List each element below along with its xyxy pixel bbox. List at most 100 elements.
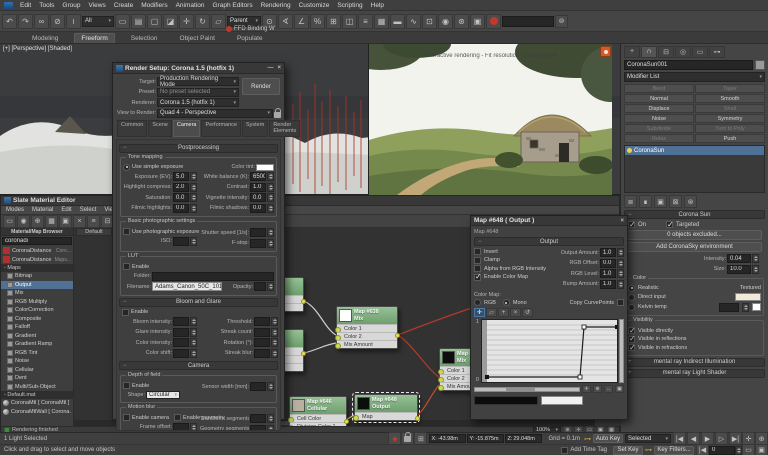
tone-value-field[interactable]: 0.0 bbox=[250, 204, 266, 213]
align-icon[interactable]: ≡ bbox=[358, 14, 373, 29]
add-point-icon[interactable]: + bbox=[498, 308, 509, 317]
modifier-button[interactable]: Displace bbox=[624, 104, 694, 113]
size-field[interactable]: 10.0 bbox=[727, 265, 751, 274]
tone-value-field[interactable]: 6500.0 bbox=[250, 172, 266, 181]
select-tool-icon[interactable]: ▭ bbox=[3, 215, 16, 228]
unlink-selection-icon[interactable]: ⊘ bbox=[50, 14, 65, 29]
coordinate-field[interactable]: Z:29.048m bbox=[505, 434, 542, 443]
tone-spinner[interactable] bbox=[267, 193, 274, 202]
kelvin-field[interactable] bbox=[719, 303, 739, 312]
node-output-648[interactable]: Map #648Output Map bbox=[354, 394, 418, 421]
intensity-field[interactable]: 0.04 bbox=[727, 254, 751, 263]
output-value-spinner[interactable] bbox=[617, 259, 624, 268]
tone-value-field[interactable]: 5.0 bbox=[173, 172, 189, 181]
frame-offset-field[interactable] bbox=[173, 423, 189, 431]
bloom-field[interactable] bbox=[254, 317, 270, 326]
tone-spinner[interactable] bbox=[190, 193, 197, 202]
bloom-spinner[interactable] bbox=[271, 338, 278, 347]
sun-targeted-checkbox[interactable] bbox=[666, 221, 673, 228]
visibility-checkbox[interactable] bbox=[628, 344, 635, 351]
map-list-item[interactable]: Bitmap bbox=[1, 272, 73, 281]
geometry-segments-field[interactable] bbox=[250, 425, 266, 431]
sun-on-checkbox[interactable] bbox=[628, 221, 635, 228]
tone-spinner[interactable] bbox=[190, 172, 197, 181]
delete-selected-icon[interactable]: × bbox=[73, 215, 86, 228]
set-key-button[interactable]: Set Key bbox=[613, 446, 643, 455]
selected-dropdown[interactable]: Selected bbox=[625, 434, 671, 443]
tone-spinner[interactable] bbox=[190, 183, 197, 192]
maximize-viewport-icon[interactable]: ▣ bbox=[755, 444, 768, 455]
bloom-field[interactable] bbox=[254, 328, 270, 337]
lut-folder-field[interactable] bbox=[152, 272, 274, 281]
map-list-item[interactable]: ColorCorrection bbox=[1, 306, 73, 315]
modifier-button[interactable]: Symmetry bbox=[695, 114, 765, 123]
menu-item[interactable]: Tools bbox=[39, 2, 54, 9]
menu-item[interactable]: Animation bbox=[176, 2, 205, 9]
intensity-spinner[interactable] bbox=[752, 254, 759, 263]
output-checkbox[interactable] bbox=[474, 265, 481, 272]
render-setup-tab[interactable]: Common bbox=[117, 120, 147, 137]
bloom-field[interactable] bbox=[173, 328, 189, 337]
output-value-field[interactable]: 0.0 bbox=[600, 259, 616, 268]
modifier-button[interactable]: Turn to Poly bbox=[695, 124, 765, 133]
node-output-socket[interactable] bbox=[301, 299, 306, 304]
direct-input-swatch[interactable] bbox=[735, 293, 761, 301]
renderer-dropdown[interactable]: Corona 1.5 (hotfix 1) bbox=[157, 98, 239, 107]
selection-filter-dropdown[interactable]: All bbox=[82, 16, 114, 27]
pin-stack-icon[interactable]: ≣ bbox=[624, 195, 637, 208]
reference-coordinate-dropdown[interactable]: Parent bbox=[227, 16, 261, 27]
bloom-spinner[interactable] bbox=[190, 317, 197, 326]
geometry-segments-spinner[interactable] bbox=[267, 425, 274, 431]
map-list-item[interactable]: Gradient Ramp bbox=[1, 340, 73, 349]
curve-vscroll[interactable] bbox=[619, 319, 624, 383]
lut-enable-checkbox[interactable] bbox=[123, 263, 130, 270]
rollout-header[interactable]: mental ray Light Shader bbox=[624, 369, 765, 378]
size-spinner[interactable] bbox=[752, 265, 759, 274]
modifier-button[interactable]: Normal bbox=[624, 94, 694, 103]
make-unique-icon[interactable]: ▣ bbox=[654, 195, 667, 208]
render-button[interactable]: Render bbox=[242, 78, 280, 95]
iso-field[interactable] bbox=[173, 237, 189, 246]
pick-material-from-object-icon[interactable]: ◉ bbox=[17, 215, 30, 228]
output-value-field[interactable]: 1.0 bbox=[600, 280, 616, 289]
bloom-field[interactable] bbox=[173, 317, 189, 326]
postprocessing-rollout[interactable]: Postprocessing bbox=[119, 144, 278, 153]
output-value-spinner[interactable] bbox=[617, 269, 624, 278]
ribbon-tab[interactable]: Modeling bbox=[26, 34, 64, 43]
menu-item[interactable]: Group bbox=[62, 2, 80, 9]
color-map-curve[interactable] bbox=[481, 319, 618, 383]
fstop-field[interactable] bbox=[250, 239, 266, 248]
output-value-field[interactable]: 1.0 bbox=[600, 269, 616, 278]
curve-zoom-extents-icon[interactable]: ▣ bbox=[615, 385, 624, 393]
select-and-link-icon[interactable]: ∞ bbox=[34, 14, 49, 29]
kelvin-radio[interactable] bbox=[628, 304, 635, 311]
node-mix-638[interactable]: Map #638Mix Color 1Color 2Mix Amount bbox=[336, 306, 398, 349]
delete-point-icon[interactable]: × bbox=[510, 308, 521, 317]
bloom-field[interactable] bbox=[173, 349, 189, 358]
shape-dropdown[interactable]: Circular bbox=[146, 391, 180, 399]
window-crossing-icon[interactable]: ◪ bbox=[163, 14, 178, 29]
move-children-icon[interactable]: ≡ bbox=[87, 215, 100, 228]
sme-titlebar[interactable]: Slate Material Editor bbox=[1, 196, 619, 206]
rendered-frame-window-icon[interactable]: ▣ bbox=[470, 14, 485, 29]
modifier-button[interactable]: Subdivide bbox=[624, 124, 694, 133]
bloom-spinner[interactable] bbox=[190, 328, 197, 337]
output-dialog-titlebar[interactable]: Map #648 ( Output ) × bbox=[471, 216, 627, 226]
bloom-glare-rollout[interactable]: Bloom and Glare bbox=[119, 298, 278, 307]
lock-view-icon[interactable] bbox=[274, 112, 281, 118]
render-setup-tab[interactable]: Camera bbox=[173, 120, 201, 137]
node-output-socket[interactable] bbox=[344, 419, 349, 424]
bloom-field[interactable] bbox=[254, 349, 270, 358]
tone-spinner[interactable] bbox=[267, 183, 274, 192]
mirror-icon[interactable]: ◫ bbox=[342, 14, 357, 29]
node-input-slot[interactable]: Cell Color bbox=[290, 414, 346, 422]
photographic-exposure-checkbox[interactable] bbox=[123, 228, 130, 235]
go-to-previous-key-icon[interactable]: |◀ bbox=[696, 444, 709, 455]
kelvin-color-swatch[interactable] bbox=[752, 303, 761, 311]
viewport-label[interactable]: [+] [Perspective] [Shaded] bbox=[3, 46, 72, 52]
auto-key-button[interactable]: Auto Key bbox=[593, 434, 623, 443]
node-output-socket[interactable] bbox=[415, 416, 420, 421]
render-setup-tab[interactable]: Scene bbox=[148, 120, 172, 137]
key-filters-button[interactable]: Key Filters... bbox=[654, 446, 694, 455]
library-item[interactable]: CoronaMtlWall [ Corona... bbox=[1, 408, 73, 417]
